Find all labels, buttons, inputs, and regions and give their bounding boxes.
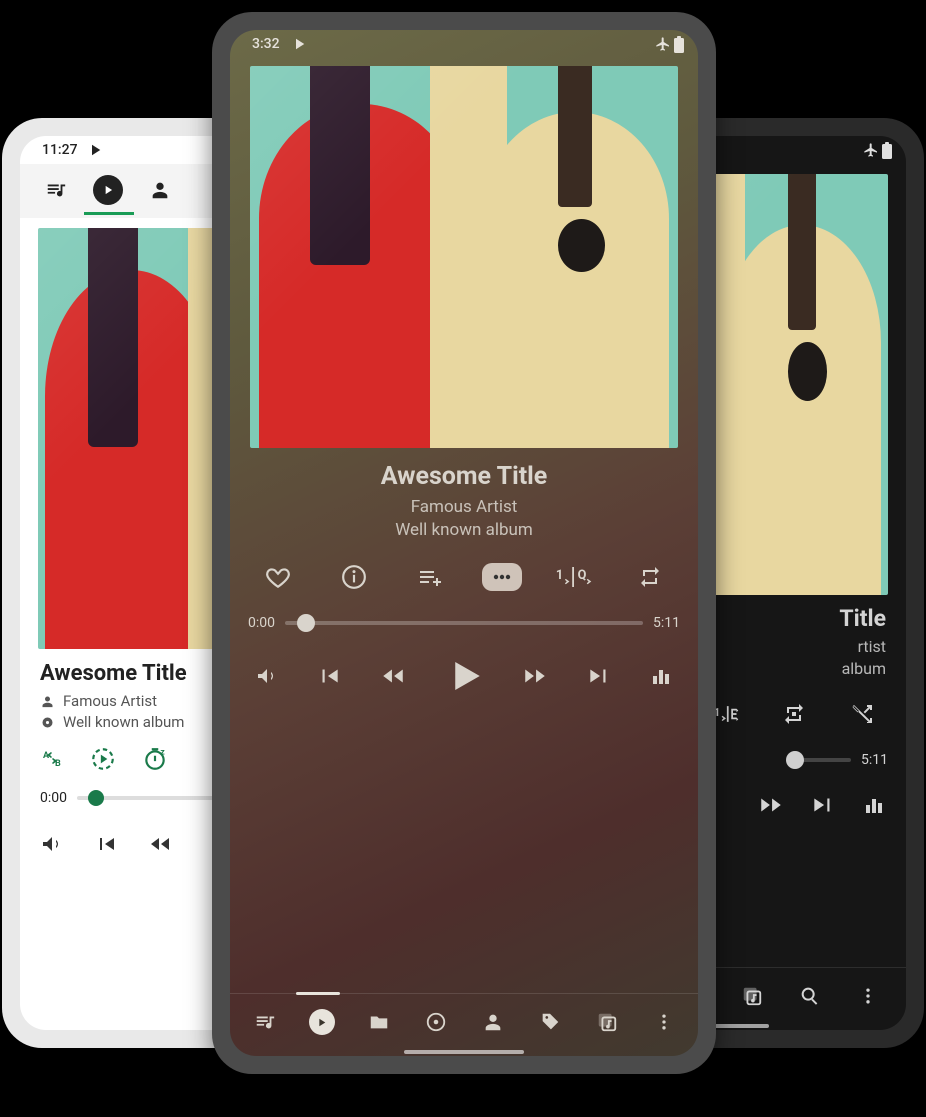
nav-more[interactable] xyxy=(844,976,892,1016)
airplane-icon xyxy=(863,142,879,158)
album-art[interactable] xyxy=(250,66,678,448)
info-icon xyxy=(341,564,367,590)
add-to-queue-button[interactable] xyxy=(406,557,454,597)
track-artist: Famous Artist xyxy=(63,692,157,710)
tab-queue[interactable] xyxy=(30,168,82,212)
track-album[interactable]: Well known album xyxy=(230,520,698,540)
total-time: 5:11 xyxy=(653,615,680,631)
tab-artists[interactable] xyxy=(134,168,186,212)
rewind-button[interactable] xyxy=(380,663,406,689)
more-pill-icon xyxy=(490,570,514,584)
tab-indicator xyxy=(84,212,134,215)
elapsed-time: 0:00 xyxy=(40,790,67,806)
nav-queue[interactable] xyxy=(236,1002,293,1042)
tab-now-playing[interactable] xyxy=(82,168,134,212)
equalizer-button[interactable] xyxy=(649,664,673,688)
track-artist[interactable]: Famous Artist xyxy=(230,497,698,517)
airplane-icon xyxy=(655,36,671,52)
playback-controls xyxy=(230,637,698,719)
svg-text:Q: Q xyxy=(578,568,587,583)
nav-library[interactable] xyxy=(578,1002,635,1042)
total-time: 5:11 xyxy=(861,752,888,768)
svg-text:1: 1 xyxy=(556,568,563,583)
sleep-timer-icon[interactable]: z xyxy=(142,746,168,772)
seek-bar[interactable] xyxy=(285,621,643,625)
shuffle-icon[interactable] xyxy=(838,694,886,734)
add-to-queue-icon xyxy=(416,565,444,589)
bottom-nav xyxy=(230,993,698,1046)
repeat-queue-icon[interactable] xyxy=(770,694,818,734)
seek-thumb[interactable] xyxy=(88,790,104,806)
nav-artists[interactable] xyxy=(464,1002,521,1042)
nav-search[interactable] xyxy=(786,976,834,1016)
nav-folders[interactable] xyxy=(350,1002,407,1042)
seek-bar[interactable] xyxy=(791,758,851,762)
phone-center-theme: 3:32 Awesome Title Famous Artist Well kn… xyxy=(212,12,716,1074)
track-album: Well known album xyxy=(63,713,184,731)
previous-icon[interactable] xyxy=(94,832,118,856)
seek-row: 0:00 5:11 xyxy=(230,605,698,637)
option-row: 1Q xyxy=(230,543,698,605)
repeat-button[interactable] xyxy=(626,557,674,597)
forward-icon[interactable] xyxy=(758,792,784,818)
favorite-button[interactable] xyxy=(254,557,302,597)
forward-button[interactable] xyxy=(522,663,548,689)
battery-icon xyxy=(674,36,684,53)
elapsed-time: 0:00 xyxy=(248,615,275,631)
repeat-icon xyxy=(636,565,664,589)
previous-button[interactable] xyxy=(316,663,342,689)
volume-icon[interactable] xyxy=(40,832,64,856)
repeat-mode-button[interactable]: 1Q xyxy=(550,557,598,597)
speed-icon[interactable] xyxy=(90,746,116,772)
seek-thumb[interactable] xyxy=(786,751,804,769)
equalizer-icon[interactable] xyxy=(862,793,886,817)
battery-icon xyxy=(882,142,892,159)
play-button[interactable] xyxy=(443,655,485,697)
next-icon[interactable] xyxy=(810,792,836,818)
status-time: 3:32 xyxy=(252,36,280,52)
svg-text:z: z xyxy=(160,748,165,758)
track-title[interactable]: Awesome Title xyxy=(230,462,698,491)
status-bar: 3:32 xyxy=(230,30,698,58)
app-play-icon xyxy=(86,141,104,159)
nav-more[interactable] xyxy=(635,1002,692,1042)
ab-repeat-icon[interactable]: AB xyxy=(40,746,64,772)
volume-button[interactable] xyxy=(255,664,279,688)
app-play-icon xyxy=(290,35,308,53)
nav-albums[interactable] xyxy=(407,1002,464,1042)
seek-thumb[interactable] xyxy=(297,614,315,632)
info-button[interactable] xyxy=(330,557,378,597)
rewind-icon[interactable] xyxy=(148,832,172,856)
more-options-button[interactable] xyxy=(482,563,522,591)
status-time: 11:27 xyxy=(42,142,78,158)
home-indicator xyxy=(404,1050,524,1054)
nav-tags[interactable] xyxy=(521,1002,578,1042)
nav-indicator xyxy=(296,992,340,995)
nav-library[interactable] xyxy=(728,976,776,1016)
next-button[interactable] xyxy=(586,663,612,689)
nav-now-playing[interactable] xyxy=(293,1002,350,1042)
repeat-one-icon: 1Q xyxy=(554,564,594,590)
heart-icon xyxy=(265,564,291,590)
